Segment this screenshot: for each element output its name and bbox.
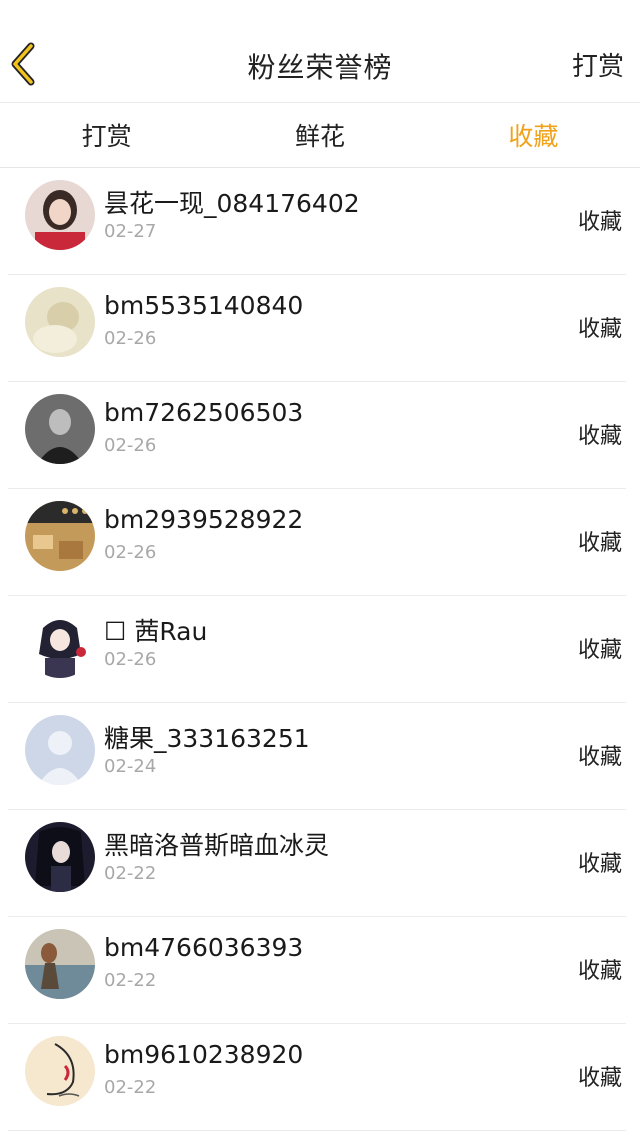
- tab-flowers[interactable]: 鲜花: [213, 103, 426, 167]
- avatar: [25, 608, 95, 678]
- list-item[interactable]: bm5535140840 02-26 收藏: [8, 275, 626, 382]
- tab-favorites[interactable]: 收藏: [427, 103, 640, 167]
- avatar: [25, 501, 95, 571]
- avatar: [25, 287, 95, 357]
- avatar: [25, 394, 95, 464]
- favorite-tag: 收藏: [577, 745, 622, 770]
- fan-date: 02-22: [104, 970, 157, 991]
- avatar: [25, 1036, 95, 1106]
- fan-date: 02-26: [104, 542, 157, 563]
- list-item[interactable]: bm2939528922 02-26 收藏: [8, 489, 626, 596]
- avatar: [25, 180, 95, 250]
- fan-name: 昙花一现_084176402: [104, 189, 360, 218]
- fan-name: bm2939528922: [104, 505, 304, 534]
- avatar: [25, 715, 95, 785]
- favorite-tag: 收藏: [577, 317, 622, 342]
- favorite-tag: 收藏: [577, 1066, 622, 1091]
- page-title: 粉丝荣誉榜: [247, 51, 393, 84]
- fan-date: 02-24: [104, 756, 157, 777]
- tab-reward[interactable]: 打赏: [0, 103, 213, 167]
- favorite-tag: 收藏: [577, 531, 622, 556]
- avatar: [25, 822, 95, 892]
- tab-bar: 打赏 鲜花 收藏: [0, 103, 640, 168]
- favorite-tag: 收藏: [577, 424, 622, 449]
- list-item[interactable]: bm7262506503 02-26 收藏: [8, 382, 626, 489]
- fan-date: 02-22: [104, 1077, 157, 1098]
- fan-name: ☐ 茜Rau: [104, 617, 208, 646]
- list-item[interactable]: 黑暗洛普斯暗血冰灵 02-22 收藏: [8, 810, 626, 917]
- fan-name: bm7262506503: [104, 398, 304, 427]
- fan-name: 黑暗洛普斯暗血冰灵: [104, 831, 330, 860]
- favorite-tag: 收藏: [577, 638, 622, 663]
- reward-button[interactable]: 打赏: [572, 46, 624, 83]
- fan-date: 02-26: [104, 328, 157, 349]
- list-item[interactable]: 昙花一现_084176402 02-27 收藏: [8, 168, 626, 275]
- list-item[interactable]: ☐ 茜Rau 02-26 收藏: [8, 596, 626, 703]
- favorite-tag: 收藏: [577, 210, 622, 235]
- fan-date: 02-27: [104, 221, 157, 242]
- fan-name: bm9610238920: [104, 1040, 304, 1069]
- fan-list: 昙花一现_084176402 02-27 收藏 bm5535140840 02-…: [0, 168, 640, 1131]
- fan-date: 02-26: [104, 435, 157, 456]
- fan-name: bm5535140840: [104, 291, 304, 320]
- favorite-tag: 收藏: [577, 852, 622, 877]
- list-item[interactable]: bm4766036393 02-22 收藏: [8, 917, 626, 1024]
- list-item[interactable]: 糖果_333163251 02-24 收藏: [8, 703, 626, 810]
- avatar: [25, 929, 95, 999]
- fan-date: 02-22: [104, 863, 157, 884]
- fan-name: 糖果_333163251: [104, 724, 310, 753]
- list-item[interactable]: bm9610238920 02-22 收藏: [8, 1024, 626, 1131]
- fan-date: 02-26: [104, 649, 157, 670]
- app-header: 粉丝荣誉榜 打赏: [0, 0, 640, 103]
- fan-name: bm4766036393: [104, 933, 304, 962]
- favorite-tag: 收藏: [577, 959, 622, 984]
